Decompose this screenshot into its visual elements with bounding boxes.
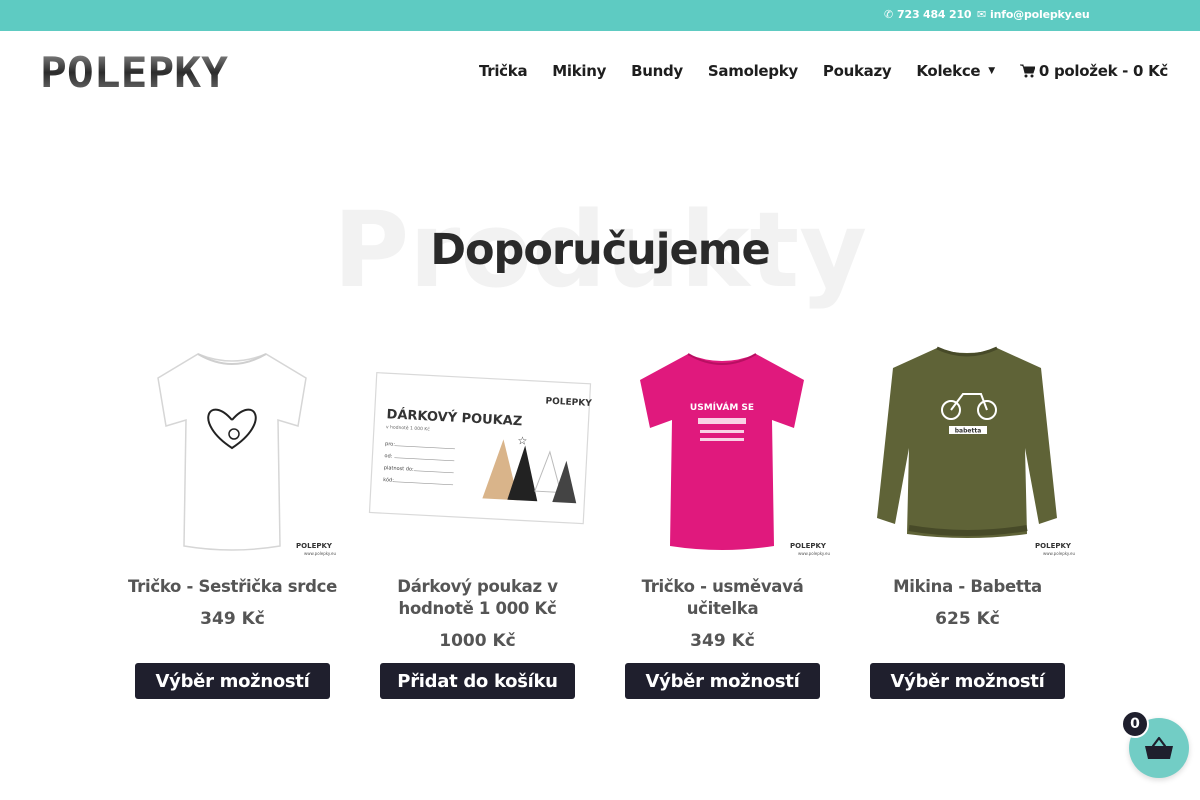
logo-text: POLEPKY [40,52,229,92]
product-price: 349 Kč [200,609,265,629]
product-image[interactable]: DÁRKOVÝ POUKAZ v hodnotě 1 000 Kč POLEPK… [355,338,600,558]
svg-text:www.polepky.eu: www.polepky.eu [304,551,337,556]
email-address[interactable]: info@polepky.eu [990,8,1090,21]
svg-text:☆: ☆ [517,434,528,448]
product-card: DÁRKOVÝ POUKAZ v hodnotě 1 000 Kč POLEPK… [355,338,600,699]
email-contact[interactable]: ✉ info@polepky.eu [977,8,1090,21]
phone-icon: ✆ [884,8,894,21]
cart-summary[interactable]: 0 položek - 0 Kč [1039,62,1168,80]
main-nav: Trička Mikiny Bundy Samolepky Poukazy Ko… [454,62,1168,80]
add-to-cart-button[interactable]: Přidat do košíku [380,663,575,699]
product-image[interactable]: POLEPKY www.polepky.eu [110,338,355,558]
product-card: babetta POLEPKY www.polepky.eu Mikina - … [845,338,1090,699]
header-cart-link[interactable]: 0 položek - 0 Kč [1019,62,1168,80]
svg-text:od:: od: [384,453,393,459]
product-card: USMÍVÁM SE POLEPKY www.polepky.eu Tričko… [600,338,845,699]
nav-item-tricka[interactable]: Trička [479,62,528,80]
svg-text:www.polepky.eu: www.polepky.eu [798,551,831,556]
envelope-icon: ✉ [977,8,987,21]
nav-item-poukazy[interactable]: Poukazy [823,62,892,80]
product-image[interactable]: babetta POLEPKY www.polepky.eu [845,338,1090,558]
svg-text:babetta: babetta [955,428,982,435]
product-price: 625 Kč [935,609,1000,629]
product-name[interactable]: Mikina - Babetta [845,576,1090,598]
section-title: Doporučujeme [430,225,770,275]
svg-text:POLEPKY: POLEPKY [296,542,333,550]
phone-contact[interactable]: ✆ 723 484 210 [884,8,972,21]
phone-number[interactable]: 723 484 210 [897,8,972,21]
chevron-down-icon: ▼ [988,66,995,76]
product-price: 1000 Kč [439,631,516,651]
nav-item-bundy[interactable]: Bundy [631,62,683,80]
select-options-button[interactable]: Výběr možností [135,663,330,699]
site-header: POLEPKY Trička Mikiny Bundy Samolepky Po… [0,31,1200,113]
product-card: POLEPKY www.polepky.eu Tričko - Sestřičk… [110,338,355,699]
nav-item-mikiny[interactable]: Mikiny [552,62,606,80]
basket-icon [1145,736,1173,759]
product-price: 349 Kč [690,631,755,651]
svg-text:POLEPKY: POLEPKY [1035,542,1072,550]
product-name[interactable]: Tričko - Sestřička srdce [110,576,355,598]
product-name[interactable]: Tričko - usměvavá učitelka [600,576,845,620]
nav-item-samolepky[interactable]: Samolepky [708,62,798,80]
svg-text:kód:: kód: [383,476,394,484]
svg-text:POLEPKY: POLEPKY [790,542,827,550]
svg-text:pro:: pro: [385,441,395,448]
cart-icon [1019,64,1035,78]
floating-cart-button[interactable]: 0 [1121,710,1189,778]
top-bar: ✆ 723 484 210 ✉ info@polepky.eu [0,0,1200,31]
cart-count-badge: 0 [1121,710,1149,738]
select-options-button[interactable]: Výběr možností [625,663,820,699]
svg-text:USMÍVÁM SE: USMÍVÁM SE [690,401,754,413]
site-logo[interactable]: POLEPKY [40,52,230,92]
select-options-button[interactable]: Výběr možností [870,663,1065,699]
product-name[interactable]: Dárkový poukaz v hodnotě 1 000 Kč [355,576,600,620]
svg-text:www.polepky.eu: www.polepky.eu [1043,551,1076,556]
product-image[interactable]: USMÍVÁM SE POLEPKY www.polepky.eu [600,338,845,558]
nav-item-kolekce[interactable]: Kolekce ▼ [916,62,995,80]
